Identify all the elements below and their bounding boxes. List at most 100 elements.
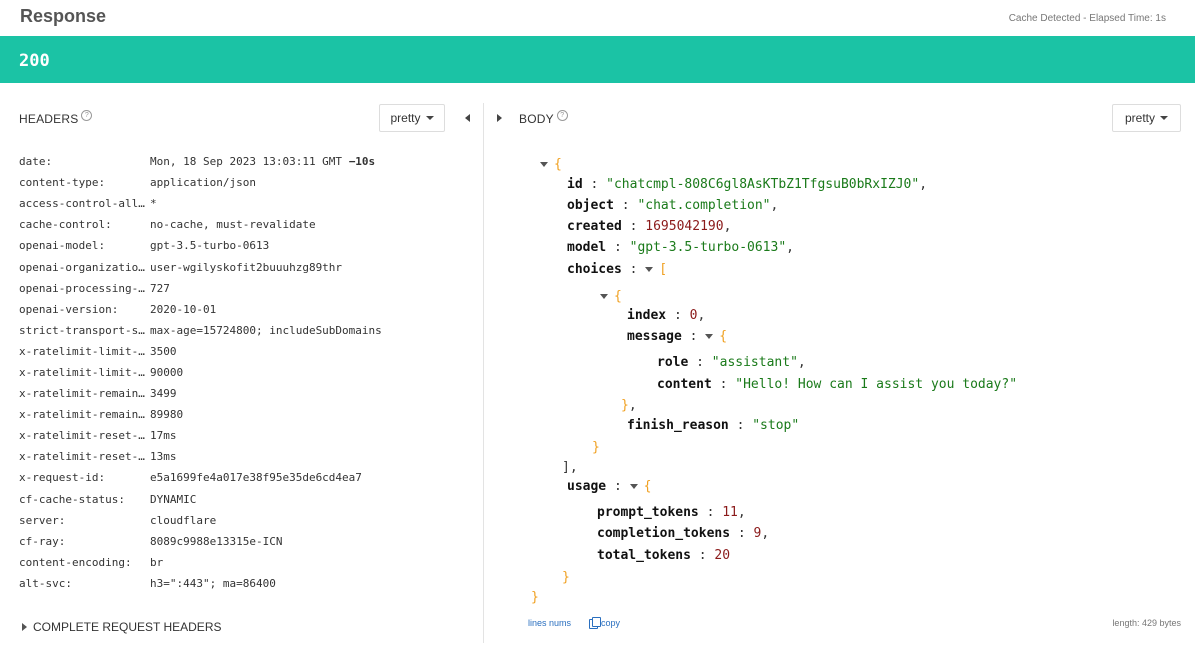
header-row: openai-processing-… 727 (19, 278, 382, 299)
json-line-message: message : { (627, 329, 728, 344)
header-value: 3500 (150, 344, 177, 358)
help-icon[interactable]: ? (556, 110, 568, 121)
json-choices-close: ], (562, 460, 578, 475)
json-line-id: id : "chatcmpl-808C6gl8AsKTbZ1TfgsuB0bRx… (567, 177, 928, 192)
copy-label: copy (601, 618, 621, 628)
header-value: no-cache, must-revalidate (150, 218, 316, 232)
json-line-index: index : 0, (627, 308, 706, 323)
header-value: 89980 (150, 408, 184, 422)
body-length: length: 429 bytes (1112, 618, 1181, 628)
header-value: Mon, 18 Sep 2023 13:03:11 GMT −10s (150, 155, 376, 169)
json-line-total-tokens: total_tokens : 20 (597, 548, 731, 563)
json-choice-open: { (600, 289, 622, 305)
header-row: x-ratelimit-remain… 89980 (19, 404, 382, 425)
collapse-toggle-icon[interactable] (540, 162, 548, 167)
header-value: DYNAMIC (150, 492, 197, 506)
header-value: cloudflare (150, 513, 217, 527)
headers-label: HEADERS (19, 112, 79, 126)
header-value: max-age=15724800; includeSubDomains (150, 323, 382, 337)
time-offset: −10s (348, 155, 376, 169)
complete-request-headers-label: COMPLETE REQUEST HEADERS (33, 620, 222, 634)
header-value: * (150, 197, 157, 211)
status-code: 200 (19, 51, 50, 71)
header-row: openai-model: gpt-3.5-turbo-0613 (19, 235, 382, 256)
json-choice-close: } (592, 440, 600, 455)
header-key: date: (19, 155, 53, 169)
headers-format-label: pretty (390, 111, 421, 125)
header-key: x-ratelimit-limit-… (19, 344, 145, 358)
header-value: 90000 (150, 365, 184, 379)
line-numbers-toggle[interactable]: lines nums (528, 618, 571, 628)
header-row: x-ratelimit-limit-… 3500 (19, 341, 382, 362)
headers-table: date: Mon, 18 Sep 2023 13:03:11 GMT −10s … (19, 151, 382, 594)
collapse-toggle-icon[interactable] (705, 334, 714, 339)
header-key: cache-control: (19, 218, 112, 232)
json-line-created: created : 1695042190, (567, 219, 732, 234)
header-row: x-ratelimit-reset-… 13ms (19, 446, 382, 467)
header-row: server: cloudflare (19, 510, 382, 531)
collapse-toggle-icon[interactable] (600, 294, 608, 299)
headers-section-label: HEADERS? (19, 110, 93, 126)
header-row: strict-transport-s… max-age=15724800; inc… (19, 320, 382, 341)
json-root-open: { (540, 157, 562, 173)
collapse-left-icon[interactable] (465, 114, 470, 122)
header-row: cf-cache-status: DYNAMIC (19, 489, 382, 510)
header-key: x-ratelimit-remain… (19, 387, 145, 401)
header-value: application/json (150, 176, 256, 190)
json-usage-close: } (562, 570, 570, 585)
chevron-down-icon (1160, 116, 1168, 120)
json-line-choices: choices : [ (567, 262, 668, 277)
header-key: x-ratelimit-reset-… (19, 429, 145, 443)
header-value: e5a1699fe4a017e38f95e35de6cd4ea7 (150, 471, 362, 485)
header-value: h3=":443"; ma=86400 (150, 576, 276, 590)
page-title: Response (20, 6, 107, 26)
json-line-role: role : "assistant", (657, 355, 806, 370)
header-row: alt-svc: h3=":443"; ma=86400 (19, 573, 382, 594)
collapse-toggle-icon[interactable] (645, 267, 654, 272)
header-key: alt-svc: (19, 576, 72, 590)
header-row: cache-control: no-cache, must-revalidate (19, 214, 382, 235)
header-row: x-ratelimit-limit-… 90000 (19, 362, 382, 383)
header-value: 17ms (150, 429, 177, 443)
header-value: 8089c9988e13315e-ICN (150, 534, 283, 548)
headers-format-dropdown[interactable]: pretty (379, 104, 445, 132)
header-value: user-wgilyskofit2buuuhzg89thr (150, 260, 343, 274)
header-key: cf-ray: (19, 534, 66, 548)
json-line-content: content : "Hello! How can I assist you t… (657, 377, 1018, 392)
json-line-object: object : "chat.completion", (567, 198, 779, 213)
status-bar: 200 (0, 36, 1195, 83)
header-value: 3499 (150, 387, 177, 401)
header-row: access-control-all… * (19, 193, 382, 214)
copy-icon (589, 616, 601, 629)
collapse-toggle-icon[interactable] (629, 484, 638, 489)
header-value: gpt-3.5-turbo-0613 (150, 239, 270, 253)
header-key: strict-transport-s… (19, 323, 145, 337)
header-key: access-control-all… (19, 197, 145, 211)
panel-divider (483, 103, 484, 643)
header-key: openai-model: (19, 239, 106, 253)
header-row: cf-ray: 8089c9988e13315e-ICN (19, 531, 382, 552)
header-key: openai-version: (19, 302, 119, 316)
help-icon[interactable]: ? (81, 110, 93, 121)
complete-request-headers-toggle[interactable]: COMPLETE REQUEST HEADERS (22, 620, 221, 634)
header-row: content-encoding: br (19, 552, 382, 573)
header-row: openai-organizatio… user-wgilyskofit2buuu… (19, 256, 382, 277)
json-line-usage: usage : { (567, 479, 652, 494)
header-key: x-ratelimit-limit-… (19, 365, 145, 379)
json-root-close: } (531, 590, 539, 605)
body-format-dropdown[interactable]: pretty (1112, 104, 1181, 132)
header-row: x-ratelimit-remain… 3499 (19, 383, 382, 404)
copy-button[interactable]: copy (589, 616, 621, 629)
json-line-model: model : "gpt-3.5-turbo-0613", (567, 240, 794, 255)
body-label: BODY (519, 112, 554, 126)
header-key: openai-processing-… (19, 281, 145, 295)
chevron-right-icon (22, 623, 27, 631)
header-key: x-ratelimit-remain… (19, 408, 145, 422)
header-row: openai-version: 2020-10-01 (19, 299, 382, 320)
header-row: x-request-id: e5a1699fe4a017e38f95e35de6c… (19, 467, 382, 488)
header-key: content-type: (19, 176, 106, 190)
header-value: 13ms (150, 450, 177, 464)
header-key: openai-organizatio… (19, 260, 145, 274)
json-message-close: }, (621, 398, 637, 413)
expand-right-icon[interactable] (497, 114, 502, 122)
